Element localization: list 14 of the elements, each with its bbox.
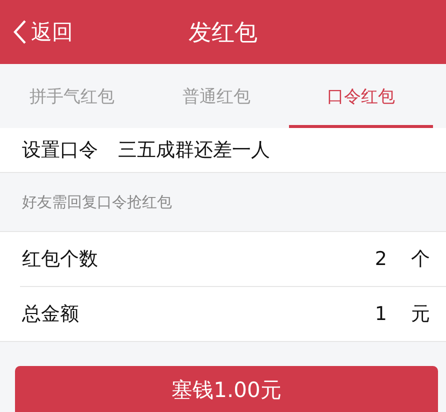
password-field[interactable]: 三五成群还差一人 bbox=[118, 137, 270, 163]
row-label: 总金额 bbox=[22, 302, 80, 327]
tab[interactable]: 拼手气红包 bbox=[0, 64, 144, 128]
value-field[interactable]: 1 bbox=[374, 303, 387, 325]
back-icon bbox=[13, 19, 27, 45]
unit-label: 元 bbox=[411, 302, 430, 327]
submit-button[interactable]: 塞钱1.00元 bbox=[15, 366, 438, 412]
back-button[interactable]: 返回 bbox=[0, 18, 73, 46]
value-field[interactable]: 2 bbox=[374, 248, 387, 270]
password-label: 设置口令 bbox=[22, 138, 98, 163]
unit-label: 个 bbox=[411, 247, 430, 272]
row-label: 红包个数 bbox=[22, 247, 99, 272]
page-title: 发红包 bbox=[188, 18, 258, 48]
tab[interactable]: 普通红包 bbox=[144, 64, 289, 128]
